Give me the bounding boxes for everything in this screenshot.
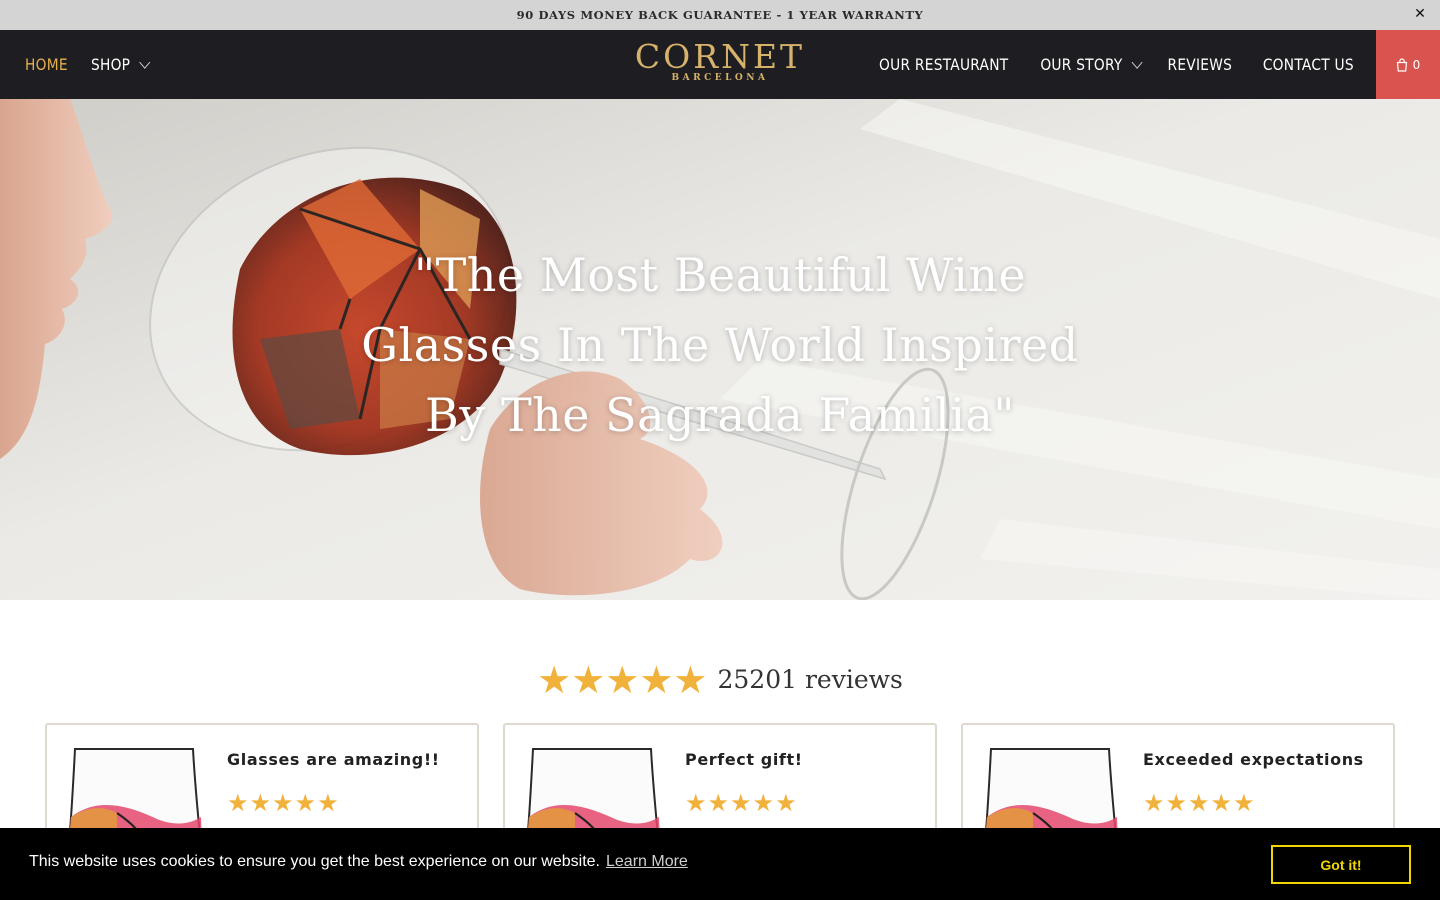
review-stars: ★★★★★ (227, 789, 340, 817)
nav-our-restaurant[interactable]: OUR RESTAURANT (879, 55, 1008, 74)
cookie-message-text: This website uses cookies to ensure you … (29, 853, 600, 870)
cookie-message: This website uses cookies to ensure you … (29, 853, 688, 871)
nav-right: OUR RESTAURANT OUR STORY REVIEWS CONTACT… (858, 30, 1354, 99)
rating-summary[interactable]: ★★★★★ 25201 reviews (0, 660, 1440, 700)
got-it-button[interactable]: Got it! (1271, 845, 1411, 884)
site-header: HOME SHOP CORNET BARCELONA OUR RESTAURAN… (0, 30, 1440, 99)
shopping-bag-icon (1396, 57, 1407, 72)
cookie-banner: This website uses cookies to ensure you … (0, 828, 1440, 900)
nav-contact-us[interactable]: CONTACT US (1263, 55, 1354, 74)
nav-reviews-label: REVIEWS (1167, 55, 1233, 74)
announcement-text: 90 DAYS MONEY BACK GUARANTEE - 1 YEAR WA… (516, 8, 924, 22)
logo-main-text: CORNET (634, 37, 806, 76)
nav-our-story[interactable]: OUR STORY (1040, 55, 1143, 74)
review-count: 25201 reviews (717, 665, 903, 694)
announcement-bar: 90 DAYS MONEY BACK GUARANTEE - 1 YEAR WA… (0, 0, 1440, 30)
nav-home[interactable]: HOME (25, 55, 68, 74)
learn-more-link[interactable]: Learn More (606, 853, 688, 870)
nav-left: HOME SHOP (25, 30, 157, 99)
review-title: Glasses are amazing!! (227, 750, 440, 769)
cart-count: 0 (1412, 57, 1421, 72)
chevron-down-icon (1131, 55, 1143, 69)
cart-button[interactable]: 0 (1376, 30, 1440, 99)
nav-shop-label: SHOP (90, 55, 131, 74)
review-stars: ★★★★★ (685, 789, 798, 817)
close-icon[interactable]: ✕ (1412, 6, 1428, 22)
chevron-down-icon (138, 55, 150, 69)
hero-title: "The Most Beautiful Wine Glasses In The … (361, 248, 1079, 442)
nav-reviews[interactable]: REVIEWS (1168, 55, 1233, 74)
nav-shop[interactable]: SHOP (90, 55, 150, 74)
logo[interactable]: CORNET BARCELONA (620, 40, 820, 88)
nav-contact-us-label: CONTACT US (1262, 55, 1354, 74)
nav-our-restaurant-label: OUR RESTAURANT (879, 55, 1009, 74)
rating-stars: ★★★★★ (537, 658, 708, 702)
review-title: Exceeded expectations (1143, 750, 1364, 769)
review-title: Perfect gift! (685, 750, 803, 769)
hero-banner: "The Most Beautiful Wine Glasses In The … (0, 99, 1440, 600)
nav-our-story-label: OUR STORY (1040, 55, 1124, 74)
nav-home-label: HOME (25, 55, 68, 74)
review-stars: ★★★★★ (1143, 789, 1256, 817)
